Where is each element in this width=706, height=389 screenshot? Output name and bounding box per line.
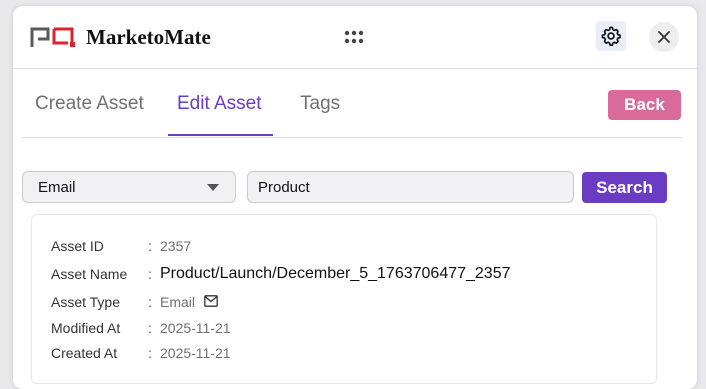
back-button[interactable]: Back bbox=[608, 90, 681, 120]
asset-name-value: Product/Launch/December_5_1763706477_235… bbox=[160, 265, 511, 282]
asset-type-label: Asset Type bbox=[51, 294, 121, 310]
tabs-divider bbox=[22, 137, 682, 138]
active-tab-indicator bbox=[168, 134, 273, 136]
asset-details-card: Asset ID : 2357 Asset Name : Product/Lau… bbox=[31, 214, 657, 384]
header: MarketoMate bbox=[13, 6, 697, 69]
search-input[interactable] bbox=[247, 171, 574, 203]
gear-icon bbox=[601, 26, 621, 46]
modified-at-value: 2025-11-21 bbox=[160, 320, 231, 336]
asset-type-select[interactable]: Email bbox=[22, 171, 236, 203]
asset-type-value: Email bbox=[160, 294, 196, 310]
grid-icon[interactable] bbox=[344, 27, 364, 47]
tab-tags[interactable]: Tags bbox=[300, 93, 340, 115]
created-at-value: 2025-11-21 bbox=[160, 345, 231, 361]
asset-type-selected-value: Email bbox=[38, 179, 76, 196]
mail-icon bbox=[204, 295, 218, 307]
asset-id-value: 2357 bbox=[160, 238, 192, 254]
settings-button[interactable] bbox=[596, 21, 626, 51]
close-button[interactable] bbox=[649, 22, 679, 52]
chevron-down-icon bbox=[207, 184, 219, 191]
created-at-label: Created At bbox=[51, 345, 118, 361]
modified-at-label: Modified At bbox=[51, 320, 121, 336]
asset-id-label: Asset ID bbox=[51, 238, 104, 254]
app-title: MarketoMate bbox=[86, 25, 211, 49]
tab-create-asset[interactable]: Create Asset bbox=[35, 93, 144, 115]
tab-edit-asset[interactable]: Edit Asset bbox=[177, 93, 262, 115]
app-logo bbox=[30, 27, 75, 47]
extension-panel: MarketoMate Create Asset Edit Asset Tags… bbox=[13, 6, 697, 389]
asset-name-label: Asset Name bbox=[51, 266, 128, 282]
search-button[interactable]: Search bbox=[582, 172, 667, 203]
close-icon bbox=[658, 31, 670, 43]
